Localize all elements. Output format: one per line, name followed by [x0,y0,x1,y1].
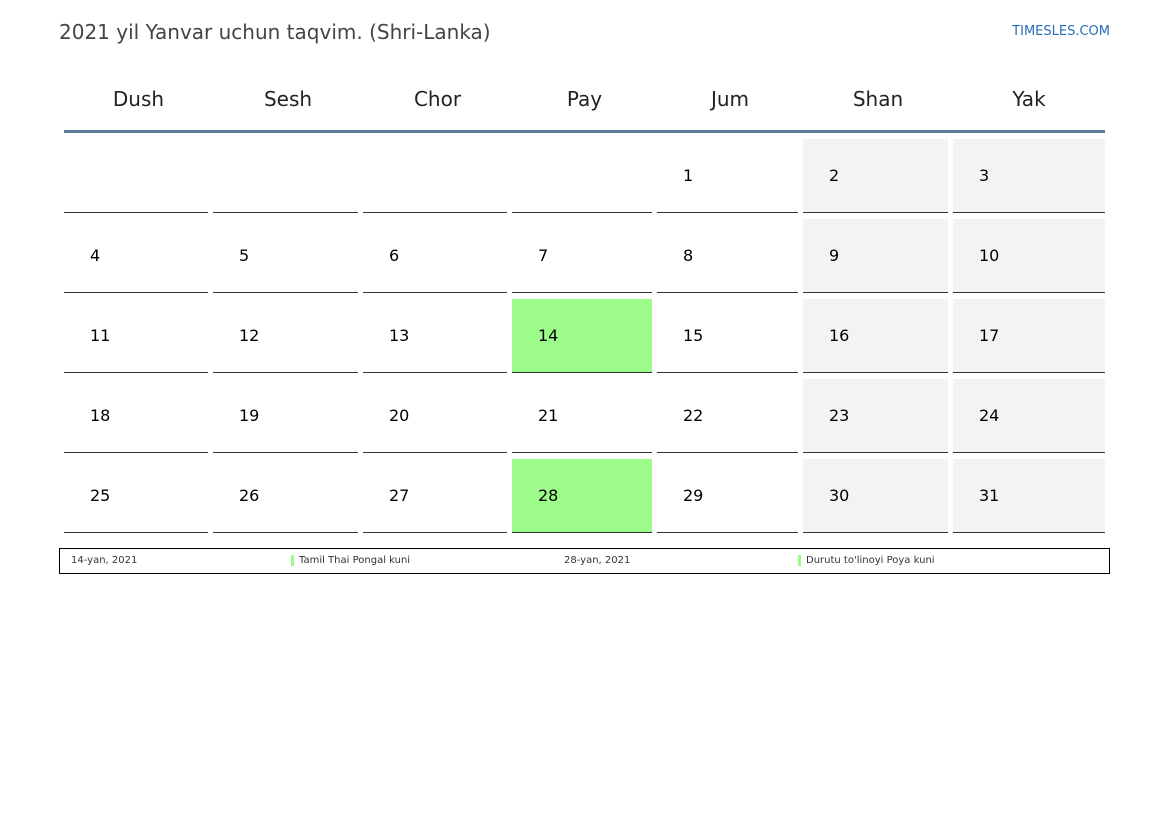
weekday-thu: Pay [566,87,603,111]
day-number: 10 [979,246,1000,265]
day-cell [363,139,507,213]
day-number: 4 [90,246,101,265]
week-row: 11 12 13 14 15 16 17 [64,297,1105,377]
week-row: 25 26 27 28 29 30 31 [64,457,1105,537]
day-cell: 16 [803,299,948,373]
day-number: 3 [979,166,990,185]
holiday-cell: 14 [512,299,652,373]
calendar: Dush Sesh Chor Pay Jum Shan Yak 1 2 3 4 … [64,68,1105,537]
page-title: 2021 yil Yanvar uchun taqvim. (Shri-Lank… [59,20,491,44]
day-cell: 12 [213,299,358,373]
legend-date: 14-yan, 2021 [71,555,138,566]
day-cell: 1 [657,139,798,213]
day-number: 18 [90,406,111,425]
day-number: 9 [829,246,840,265]
day-number: 1 [683,166,694,185]
day-cell: 13 [363,299,507,373]
day-cell: 25 [64,459,208,533]
day-number: 8 [683,246,694,265]
weekday-wed: Chor [413,87,462,111]
day-cell: 26 [213,459,358,533]
day-number: 24 [979,406,1000,425]
week-row: 4 5 6 7 8 9 10 [64,217,1105,297]
holiday-legend: 14-yan, 2021 Tamil Thai Pongal kuni 28-y… [59,548,1110,574]
day-number: 31 [979,486,1000,505]
day-number: 21 [538,406,559,425]
day-cell: 18 [64,379,208,453]
day-cell: 27 [363,459,507,533]
day-number: 12 [239,326,260,345]
day-number: 23 [829,406,850,425]
day-cell: 31 [953,459,1105,533]
day-cell: 20 [363,379,507,453]
day-number: 25 [90,486,111,505]
day-cell: 7 [512,219,652,293]
day-number: 26 [239,486,260,505]
day-cell: 19 [213,379,358,453]
day-cell: 29 [657,459,798,533]
day-number: 13 [389,326,410,345]
day-number: 17 [979,326,1000,345]
day-number: 29 [683,486,704,505]
legend-holiday-name: Tamil Thai Pongal kuni [299,555,411,566]
day-number: 15 [683,326,704,345]
week-row: 1 2 3 [64,137,1105,217]
day-cell: 2 [803,139,948,213]
day-number: 22 [683,406,704,425]
day-number: 30 [829,486,850,505]
day-number: 6 [389,246,400,265]
day-cell [512,139,652,213]
day-cell: 23 [803,379,948,453]
day-cell: 4 [64,219,208,293]
day-cell: 3 [953,139,1105,213]
day-number: 28 [538,486,559,505]
day-number: 20 [389,406,410,425]
day-number: 5 [239,246,250,265]
weekday-sun: Yak [1012,87,1046,111]
day-number: 19 [239,406,260,425]
day-cell: 24 [953,379,1105,453]
day-cell: 5 [213,219,358,293]
legend-color-marker [798,555,801,566]
weekday-header: Dush Sesh Chor Pay Jum Shan Yak [64,68,1105,133]
day-number: 27 [389,486,410,505]
day-cell: 15 [657,299,798,373]
day-cell: 9 [803,219,948,293]
day-number: 11 [90,326,111,345]
legend-holiday-name: Durutu to'linoyi Poya kuni [806,555,935,566]
day-cell: 11 [64,299,208,373]
weekday-mon: Dush [112,87,165,111]
day-number: 7 [538,246,549,265]
day-cell: 8 [657,219,798,293]
day-cell: 17 [953,299,1105,373]
weekday-sat: Shan [852,87,904,111]
day-cell: 30 [803,459,948,533]
day-cell: 21 [512,379,652,453]
day-cell [213,139,358,213]
weekday-tue: Sesh [263,87,313,111]
weekday-fri: Jum [710,87,750,111]
day-cell [64,139,208,213]
day-cell: 22 [657,379,798,453]
day-cell: 6 [363,219,507,293]
weeks-grid: 1 2 3 4 5 6 7 8 9 10 11 12 13 14 15 16 1… [64,137,1105,537]
day-number: 2 [829,166,840,185]
holiday-cell: 28 [512,459,652,533]
week-row: 18 19 20 21 22 23 24 [64,377,1105,457]
day-number: 14 [538,326,559,345]
site-link[interactable]: TIMESLES.COM [1012,24,1110,39]
day-cell: 10 [953,219,1105,293]
legend-color-marker [291,555,294,566]
day-number: 16 [829,326,850,345]
legend-date: 28-yan, 2021 [564,555,631,566]
